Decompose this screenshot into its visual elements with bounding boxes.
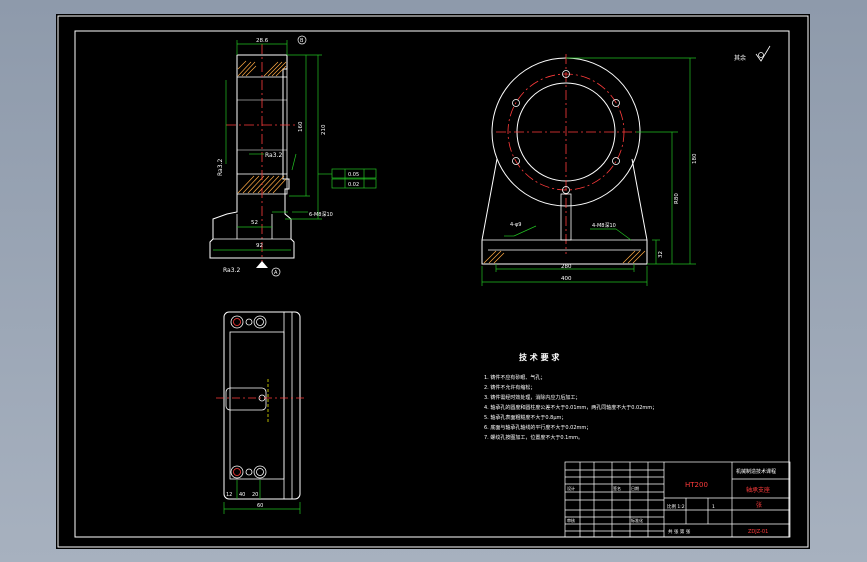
side-dim-center: R80: [674, 193, 680, 204]
top-dim-b: 40: [239, 492, 245, 498]
side-callout-left: 4-φ9: [510, 222, 521, 228]
front-callout: 6-M8深10: [309, 211, 333, 218]
title-scale: 比例 1:2: [667, 503, 685, 510]
datum-b-label: B: [300, 38, 304, 44]
cad-viewport: 28.6 210 160 92 52 Ra3.2 Ra3.2 Ra3.2 6-M…: [0, 0, 867, 562]
top-slot: [225, 387, 267, 411]
side-dim-base: 32: [658, 251, 664, 258]
side-base-hatch-left: [483, 250, 505, 264]
front-dim-bottom-b: 52: [251, 220, 258, 226]
side-view: 280 400 180 R80 32 4-φ9 4-M8深10 其余: [481, 45, 771, 286]
front-roughness-left: Ra3.2: [217, 159, 224, 176]
top-inner: [229, 331, 285, 480]
front-tolerance-1: 0.05: [348, 172, 359, 178]
front-dim-total-height: 210: [321, 124, 327, 135]
datum-triangle: [256, 261, 268, 268]
tech-item-4: 4. 轴承孔的圆度和圆柱度公差不大于0.01mm，两孔同轴度不大于0.02mm；: [484, 404, 657, 411]
side-dim-width: 280: [561, 264, 572, 270]
datum-a-label: A: [274, 270, 278, 276]
tech-item-7: 7. 螺纹孔按图加工，位置度不大于0.1mm。: [484, 434, 583, 441]
title-name: 轴承支座: [746, 486, 770, 494]
drawing-sheet: 28.6 210 160 92 52 Ra3.2 Ra3.2 Ra3.2 6-M…: [56, 14, 810, 549]
side-dim-total-width: 400: [561, 276, 572, 282]
front-tolerance-2: 0.02: [348, 182, 359, 188]
front-roughness: Ra3.2: [265, 152, 282, 159]
tech-item-3: 3. 铸件需经时效处理，消除内应力后加工；: [484, 394, 580, 401]
tech-requirements: 技 术 要 求 1. 铸件不应有砂眼、气孔； 2. 铸件不允许有缩松； 3. 铸…: [484, 352, 657, 441]
side-callout-right: 4-M8深10: [592, 222, 616, 229]
title-sheet-label: 张: [756, 501, 762, 509]
side-body-outline: [481, 158, 648, 265]
drawing-canvas: 28.6 210 160 92 52 Ra3.2 Ra3.2 Ra3.2 6-M…: [57, 15, 809, 548]
title-sheet: 共 张 第 张: [668, 528, 691, 535]
top-outline: [223, 311, 301, 500]
outer-border: [57, 15, 809, 548]
roughness-symbol-circle: [758, 52, 764, 58]
title-company: 机械制造技术课程: [736, 468, 776, 475]
tech-title: 技 术 要 求: [519, 352, 560, 362]
tech-item-1: 1. 铸件不应有砂眼、气孔；: [484, 374, 545, 381]
roughness-others-label: 其余: [734, 54, 746, 62]
tech-item-6: 6. 底面与轴承孔轴线的平行度不大于0.02mm；: [484, 424, 591, 431]
inner-border: [74, 30, 790, 538]
top-holes: [230, 315, 267, 479]
title-date: 日期: [631, 485, 639, 491]
front-dim-inner-height: 160: [298, 121, 304, 132]
title-checker: 审核: [567, 517, 575, 523]
top-dim-a: 12: [226, 492, 232, 498]
title-designer: 设计: [567, 485, 575, 491]
front-view: 28.6 210 160 92 52 Ra3.2 Ra3.2 Ra3.2 6-M…: [209, 35, 377, 277]
title-material: HT200: [685, 481, 708, 489]
title-sign: 签名: [613, 485, 621, 491]
title-std: 标准化: [631, 517, 643, 523]
front-dim-bottom-a: 92: [256, 243, 263, 249]
front-roughness-bottom: Ra3.2: [223, 267, 240, 274]
side-dim-height: 180: [692, 153, 698, 164]
tech-item-2: 2. 铸件不允许有缩松；: [484, 384, 535, 391]
top-dim-d: 60: [257, 503, 263, 509]
top-dim-c: 20: [252, 492, 258, 498]
tech-item-5: 5. 轴承孔表面粗糙度不大于0.8μm；: [484, 414, 566, 421]
title-code: ZDJZ-01: [748, 529, 768, 535]
front-dim-top: 28.6: [256, 38, 269, 44]
title-qty: 1: [712, 504, 715, 510]
side-base-hatch-right: [622, 250, 646, 264]
top-view: 12 40 20 60: [216, 311, 306, 514]
